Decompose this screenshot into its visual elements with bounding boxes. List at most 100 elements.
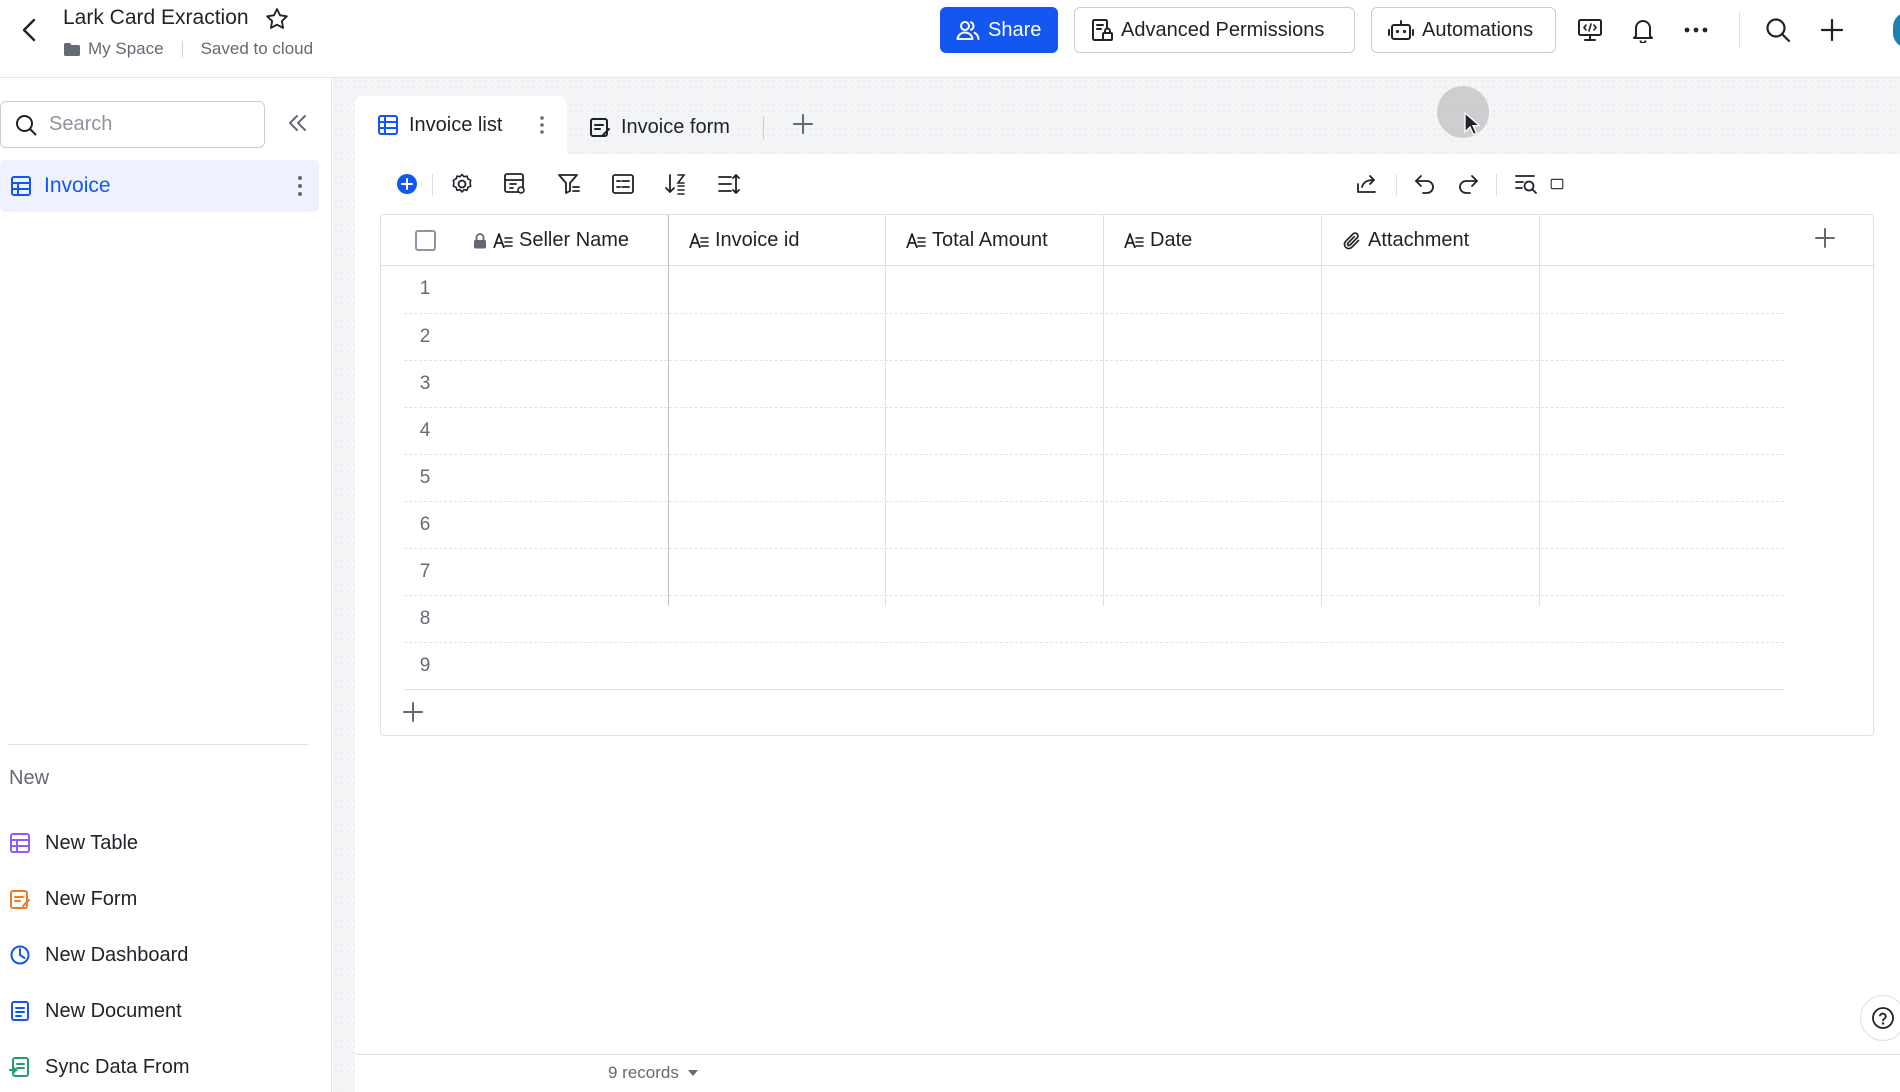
breadcrumb-folder[interactable]: My Space [88, 39, 164, 59]
more-options-button[interactable] [1680, 14, 1712, 46]
filter-button[interactable] [554, 169, 584, 199]
expand-button[interactable] [1550, 169, 1564, 199]
sync-data-item[interactable]: Sync Data From [9, 1050, 189, 1084]
table-row[interactable]: 7 [404, 549, 1784, 596]
view-settings-button[interactable] [500, 169, 530, 199]
redo-button[interactable] [1453, 169, 1483, 199]
tab-invoice-list[interactable]: Invoice list [355, 96, 567, 154]
permission-doc-icon [1092, 19, 1113, 41]
add-view-button[interactable] [791, 112, 821, 142]
text-field-icon [493, 232, 513, 248]
table-settings-icon [504, 173, 525, 194]
share-arrow-icon [1357, 175, 1376, 193]
records-count[interactable]: 9 records [608, 1063, 699, 1083]
search-icon [1766, 18, 1791, 43]
table-row[interactable]: 6 [404, 502, 1784, 549]
add-row-button[interactable] [402, 701, 432, 731]
new-dashboard-item[interactable]: New Dashboard [9, 938, 188, 972]
sidebar-item-invoice[interactable]: Invoice [0, 160, 319, 212]
tab-invoice-form[interactable]: Invoice form [589, 110, 730, 144]
top-bar: Lark Card Exraction My Space Saved to cl… [0, 0, 1900, 78]
tab-divider [763, 116, 764, 140]
new-item-label: New Form [45, 887, 138, 910]
main-area: Invoice list Invoice form Seller Name In… [333, 78, 1900, 1092]
table-row[interactable]: 8 [404, 596, 1784, 643]
star-icon [266, 8, 288, 29]
panel-icon [1550, 178, 1564, 190]
table-row[interactable]: 2 [404, 314, 1784, 361]
more-vertical-icon[interactable] [539, 115, 545, 135]
header-row: Seller Name Invoice id Total Amount Date… [381, 215, 1875, 266]
new-item-label: New Table [45, 831, 139, 854]
add-record-button[interactable] [392, 169, 422, 199]
document-title[interactable]: Lark Card Exraction [63, 6, 249, 30]
new-item-label: New Document [45, 999, 182, 1022]
row-number: 3 [419, 373, 431, 394]
automations-button[interactable]: Automations [1371, 7, 1556, 53]
column-header-seller-name[interactable]: Seller Name [473, 215, 629, 266]
help-button[interactable] [1860, 995, 1900, 1041]
add-field-button[interactable] [1813, 226, 1843, 256]
back-button[interactable] [14, 12, 44, 48]
plus-icon [1820, 18, 1844, 42]
text-field-icon [1124, 232, 1144, 248]
create-button[interactable] [1816, 14, 1848, 46]
row-number: 1 [419, 278, 431, 299]
sidebar-item-label: Invoice [44, 174, 111, 197]
sync-icon [9, 1057, 29, 1077]
grid-view-icon [378, 115, 398, 135]
group-button[interactable] [608, 169, 638, 199]
save-status: Saved to cloud [200, 39, 314, 58]
table-row[interactable]: 3 [404, 361, 1784, 408]
column-header-label: Date [1150, 229, 1193, 251]
new-form-item[interactable]: New Form [9, 882, 137, 916]
collapse-sidebar-button[interactable] [284, 110, 312, 138]
table-row[interactable]: 4 [404, 408, 1784, 455]
sort-icon [665, 174, 686, 195]
lock-icon [474, 232, 486, 248]
row-number: 5 [419, 467, 431, 488]
more-horizontal-icon [1684, 27, 1708, 33]
double-chevron-left-icon [289, 115, 306, 131]
search-input[interactable] [49, 113, 239, 136]
sort-button[interactable] [661, 169, 691, 199]
global-search-button[interactable] [1762, 14, 1794, 46]
row-height-button[interactable] [714, 169, 744, 199]
advanced-permissions-button[interactable]: Advanced Permissions [1074, 7, 1355, 53]
document-icon [11, 1001, 29, 1021]
users-icon [956, 21, 980, 40]
column-header-label: Total Amount [932, 229, 1048, 251]
table-row[interactable]: 9 [404, 643, 1784, 690]
column-header-date[interactable]: Date [1124, 215, 1192, 266]
field-settings-button[interactable] [447, 169, 477, 199]
avatar[interactable] [1893, 12, 1900, 48]
row-number: 6 [419, 514, 431, 535]
notifications-button[interactable] [1627, 14, 1659, 46]
column-header-attachment[interactable]: Attachment [1342, 215, 1469, 266]
plus-icon [403, 702, 423, 722]
sidebar-search[interactable] [0, 101, 265, 148]
tab-label: Invoice list [409, 113, 503, 136]
more-vertical-icon[interactable] [297, 174, 303, 198]
plus-icon [793, 114, 813, 134]
new-section-heading: New [9, 767, 50, 789]
table-row[interactable]: 1 [404, 266, 1784, 314]
table-row[interactable]: 5 [404, 455, 1784, 502]
presentation-button[interactable] [1574, 14, 1606, 46]
column-header-total-amount[interactable]: Total Amount [906, 215, 1048, 266]
row-height-icon [718, 174, 740, 194]
help-icon [1872, 1007, 1894, 1029]
favorite-button[interactable] [264, 6, 290, 32]
share-view-button[interactable] [1352, 169, 1382, 199]
new-item-label: Sync Data From [45, 1055, 190, 1078]
toolbar-divider [1496, 174, 1497, 196]
text-field-icon [906, 232, 926, 248]
footer-divider [355, 1054, 1900, 1055]
select-all-checkbox[interactable] [415, 230, 436, 251]
new-document-item[interactable]: New Document [9, 994, 182, 1028]
new-table-item[interactable]: New Table [9, 826, 138, 860]
share-button[interactable]: Share [940, 7, 1058, 53]
search-records-button[interactable] [1511, 169, 1541, 199]
undo-button[interactable] [1410, 169, 1440, 199]
column-header-invoice-id[interactable]: Invoice id [689, 215, 800, 266]
